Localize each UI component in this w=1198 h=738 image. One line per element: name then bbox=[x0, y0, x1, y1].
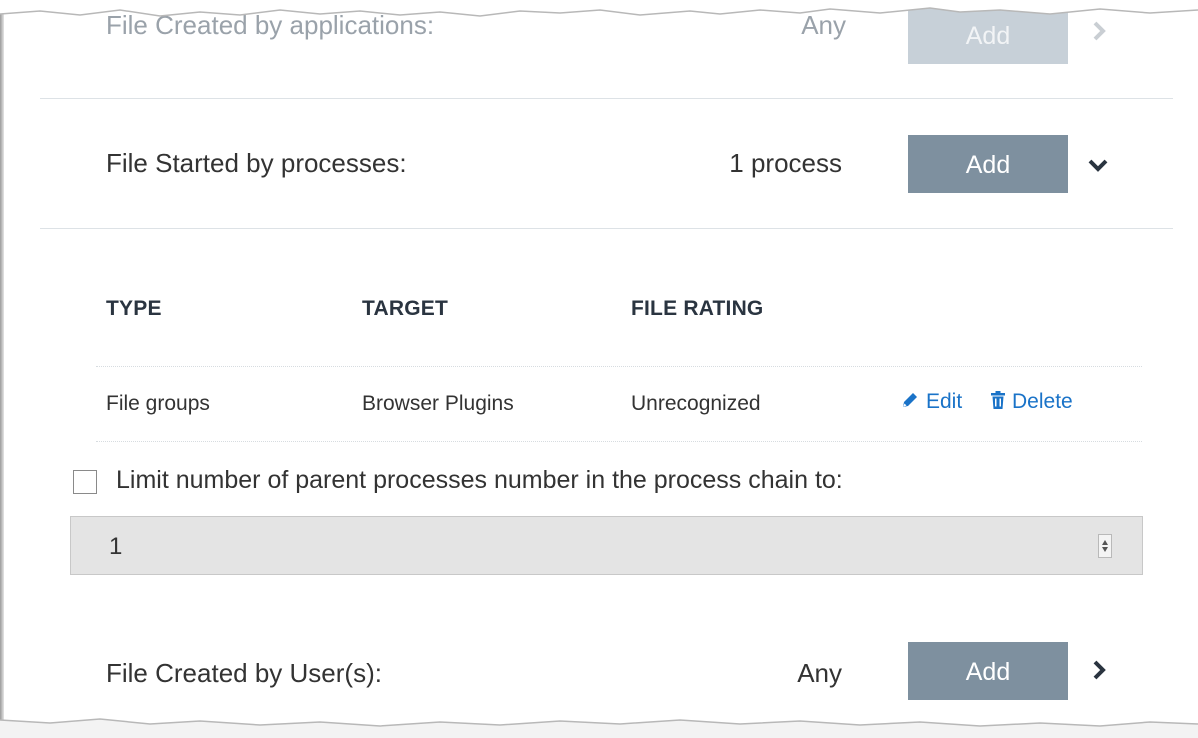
parent-process-limit-value: 1 bbox=[109, 533, 123, 560]
column-header-file-rating: FILE RATING bbox=[631, 297, 764, 320]
window-left-edge bbox=[0, 0, 4, 738]
add-process-button[interactable]: Add bbox=[908, 135, 1068, 193]
cell-file-rating: Unrecognized bbox=[631, 392, 761, 415]
column-header-type: TYPE bbox=[106, 297, 162, 320]
row-count: 1 process bbox=[729, 148, 842, 178]
edit-link[interactable]: Edit bbox=[900, 390, 962, 414]
edit-label: Edit bbox=[926, 390, 963, 413]
parent-process-limit-input[interactable]: 1 bbox=[70, 516, 1143, 575]
limit-parent-processes-label: Limit number of parent processes number … bbox=[116, 466, 843, 494]
table-row-separator bbox=[96, 366, 1142, 367]
chevron-down-icon[interactable] bbox=[1085, 152, 1111, 178]
number-spinner[interactable] bbox=[1098, 534, 1112, 558]
divider bbox=[40, 228, 1173, 229]
torn-edge-bottom bbox=[0, 712, 1198, 738]
chevron-right-icon[interactable] bbox=[1086, 657, 1112, 683]
row-label: File Started by processes: bbox=[106, 148, 407, 178]
add-user-button[interactable]: Add bbox=[908, 642, 1068, 700]
row-label: File Created by User(s): bbox=[106, 658, 382, 688]
divider bbox=[40, 98, 1173, 99]
spinner-down-icon[interactable] bbox=[1102, 547, 1108, 552]
spinner-up-icon[interactable] bbox=[1102, 540, 1108, 545]
torn-edge-top bbox=[0, 0, 1198, 24]
delete-link[interactable]: Delete bbox=[990, 390, 1073, 414]
table-row-separator bbox=[96, 441, 1142, 442]
cell-type: File groups bbox=[106, 392, 210, 415]
delete-label: Delete bbox=[1012, 390, 1073, 413]
column-header-target: TARGET bbox=[362, 297, 448, 320]
cell-target: Browser Plugins bbox=[362, 392, 514, 415]
pencil-icon bbox=[903, 393, 917, 407]
limit-parent-processes-checkbox[interactable] bbox=[73, 470, 97, 494]
row-count: Any bbox=[797, 658, 842, 688]
trash-icon bbox=[991, 391, 1005, 409]
